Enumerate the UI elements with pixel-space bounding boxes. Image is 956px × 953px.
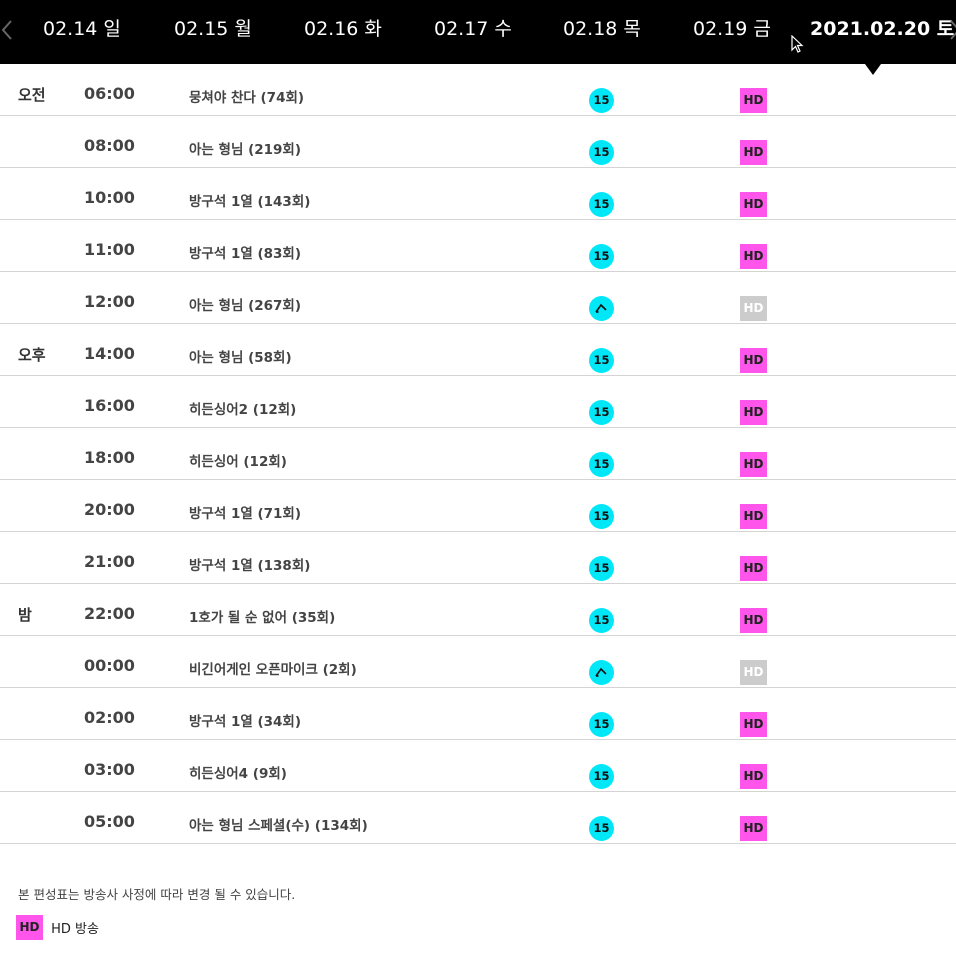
program-title[interactable]: 방구석 1열 (71회) [189, 502, 301, 522]
hd-badge: HD [740, 452, 767, 477]
program-title[interactable]: 아는 형님 스페셜(수) (134회) [189, 814, 368, 834]
program-title[interactable]: 방구석 1열 (83회) [189, 242, 301, 262]
hd-badge: HD [740, 400, 767, 425]
program-title[interactable]: 방구석 1열 (143회) [189, 190, 310, 210]
broadcast-time: 10:00 [84, 188, 135, 207]
age-rating-badge: 15 [589, 608, 614, 633]
age-rating-badge: 15 [589, 400, 614, 425]
hd-badge: HD [740, 608, 767, 633]
hd-badge: HD [740, 348, 767, 373]
program-title[interactable]: 히든싱어 (12회) [189, 450, 287, 470]
schedule-row: 오후 14:00 아는 형님 (58회) 15 HD [0, 324, 956, 376]
date-tab-selected[interactable]: 2021.02.20 토 [810, 0, 954, 64]
hd-legend-badge: HD [16, 915, 43, 940]
broadcast-time: 22:00 [84, 604, 135, 623]
broadcast-time: 14:00 [84, 344, 135, 363]
hd-legend-label: HD 방송 [51, 922, 99, 937]
program-title[interactable]: 뭉쳐야 찬다 (74회) [189, 86, 304, 106]
schedule-row: 16:00 히든싱어2 (12회) 15 HD [0, 376, 956, 428]
broadcast-time: 03:00 [84, 760, 135, 779]
schedule-row: 12:00 아는 형님 (267회) HD [0, 272, 956, 324]
hd-badge: HD [740, 244, 767, 269]
hd-badge: HD [740, 296, 767, 321]
broadcast-time: 05:00 [84, 812, 135, 831]
period-label: 오후 [18, 346, 46, 364]
hd-legend: HD HD 방송 [16, 915, 99, 940]
date-tab-0218[interactable]: 02.18 목 [563, 0, 641, 64]
broadcast-time: 12:00 [84, 292, 135, 311]
hd-badge: HD [740, 712, 767, 737]
age-rating-badge: 15 [589, 88, 614, 113]
prev-arrow-icon[interactable] [0, 18, 20, 44]
age-rating-badge: 15 [589, 192, 614, 217]
schedule-notice: 본 편성표는 방송사 사정에 따라 변경 될 수 있습니다. [18, 887, 296, 902]
schedule-row: 08:00 아는 형님 (219회) 15 HD [0, 116, 956, 168]
age-rating-badge: 15 [589, 556, 614, 581]
period-label: 오전 [18, 86, 46, 104]
program-title[interactable]: 아는 형님 (219회) [189, 138, 301, 158]
hd-badge: HD [740, 140, 767, 165]
rerun-icon [589, 296, 614, 321]
program-title[interactable]: 1호가 될 순 없어 (35회) [189, 606, 335, 626]
age-rating-badge: 15 [589, 712, 614, 737]
broadcast-time: 02:00 [84, 708, 135, 727]
broadcast-time: 11:00 [84, 240, 135, 259]
schedule-row: 오전 06:00 뭉쳐야 찬다 (74회) 15 HD [0, 64, 956, 116]
hd-badge: HD [740, 504, 767, 529]
schedule-row: 18:00 히든싱어 (12회) 15 HD [0, 428, 956, 480]
hd-badge: HD [740, 88, 767, 113]
hd-badge: HD [740, 192, 767, 217]
age-rating-badge: 15 [589, 244, 614, 269]
program-title[interactable]: 비긴어게인 오픈마이크 (2회) [189, 658, 357, 678]
schedule-list: 오전 06:00 뭉쳐야 찬다 (74회) 15 HD 08:00 아는 형님 (219회)… [0, 64, 956, 844]
schedule-row: 02:00 방구석 1열 (34회) 15 HD [0, 688, 956, 740]
program-title[interactable]: 아는 형님 (267회) [189, 294, 301, 314]
hd-badge: HD [740, 556, 767, 581]
program-title[interactable]: 아는 형님 (58회) [189, 346, 292, 366]
schedule-row: 05:00 아는 형님 스페셜(수) (134회) 15 HD [0, 792, 956, 844]
date-tab-0214[interactable]: 02.14 일 [43, 0, 121, 64]
program-title[interactable]: 히든싱어2 (12회) [189, 398, 296, 418]
age-rating-badge: 15 [589, 764, 614, 789]
schedule-row: 00:00 비긴어게인 오픈마이크 (2회) HD [0, 636, 956, 688]
broadcast-time: 18:00 [84, 448, 135, 467]
hd-badge: HD [740, 816, 767, 841]
schedule-row: 10:00 방구석 1열 (143회) 15 HD [0, 168, 956, 220]
schedule-row: 밤 22:00 1호가 될 순 없어 (35회) 15 HD [0, 584, 956, 636]
age-rating-badge: 15 [589, 816, 614, 841]
broadcast-time: 16:00 [84, 396, 135, 415]
broadcast-time: 21:00 [84, 552, 135, 571]
schedule-row: 20:00 방구석 1열 (71회) 15 HD [0, 480, 956, 532]
broadcast-time: 08:00 [84, 136, 135, 155]
program-title[interactable]: 방구석 1열 (34회) [189, 710, 301, 730]
date-tab-0217[interactable]: 02.17 수 [434, 0, 512, 64]
date-tab-0216[interactable]: 02.16 화 [304, 0, 382, 64]
broadcast-time: 20:00 [84, 500, 135, 519]
age-rating-badge: 15 [589, 452, 614, 477]
date-tab-0219[interactable]: 02.19 금 [693, 0, 771, 64]
broadcast-time: 06:00 [84, 84, 135, 103]
hd-badge: HD [740, 660, 767, 685]
date-navigation-bar: 02.14 일 02.15 월 02.16 화 02.17 수 02.18 목 … [0, 0, 956, 64]
mouse-cursor-icon [791, 35, 804, 53]
schedule-row: 03:00 히든싱어4 (9회) 15 HD [0, 740, 956, 792]
age-rating-badge: 15 [589, 348, 614, 373]
next-arrow-icon[interactable] [948, 18, 956, 44]
program-title[interactable]: 히든싱어4 (9회) [189, 762, 287, 782]
program-title[interactable]: 방구석 1열 (138회) [189, 554, 310, 574]
age-rating-badge: 15 [589, 504, 614, 529]
schedule-row: 21:00 방구석 1열 (138회) 15 HD [0, 532, 956, 584]
rerun-icon [589, 660, 614, 685]
date-tab-0215[interactable]: 02.15 월 [174, 0, 252, 64]
hd-badge: HD [740, 764, 767, 789]
broadcast-time: 00:00 [84, 656, 135, 675]
schedule-row: 11:00 방구석 1열 (83회) 15 HD [0, 220, 956, 272]
age-rating-badge: 15 [589, 140, 614, 165]
period-label: 밤 [18, 606, 32, 624]
